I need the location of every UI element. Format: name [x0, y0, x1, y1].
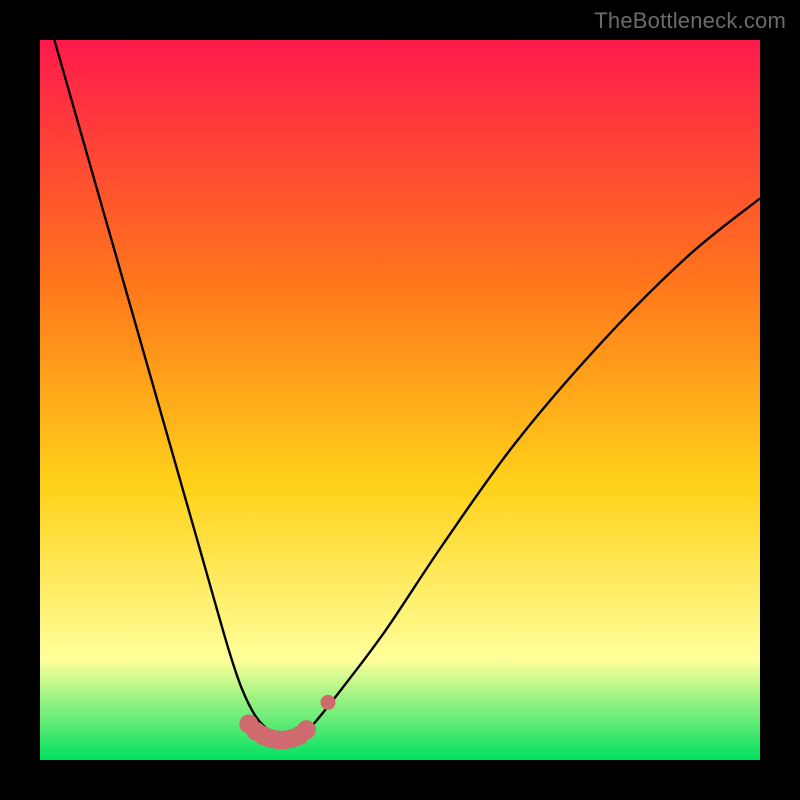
plot-area: [40, 40, 760, 760]
detached-marker: [321, 695, 335, 709]
watermark-text: TheBottleneck.com: [594, 8, 786, 34]
gradient-background: [40, 40, 760, 760]
flat-region-marker: [297, 721, 315, 739]
chart-frame: TheBottleneck.com: [0, 0, 800, 800]
bottleneck-chart: [40, 40, 760, 760]
